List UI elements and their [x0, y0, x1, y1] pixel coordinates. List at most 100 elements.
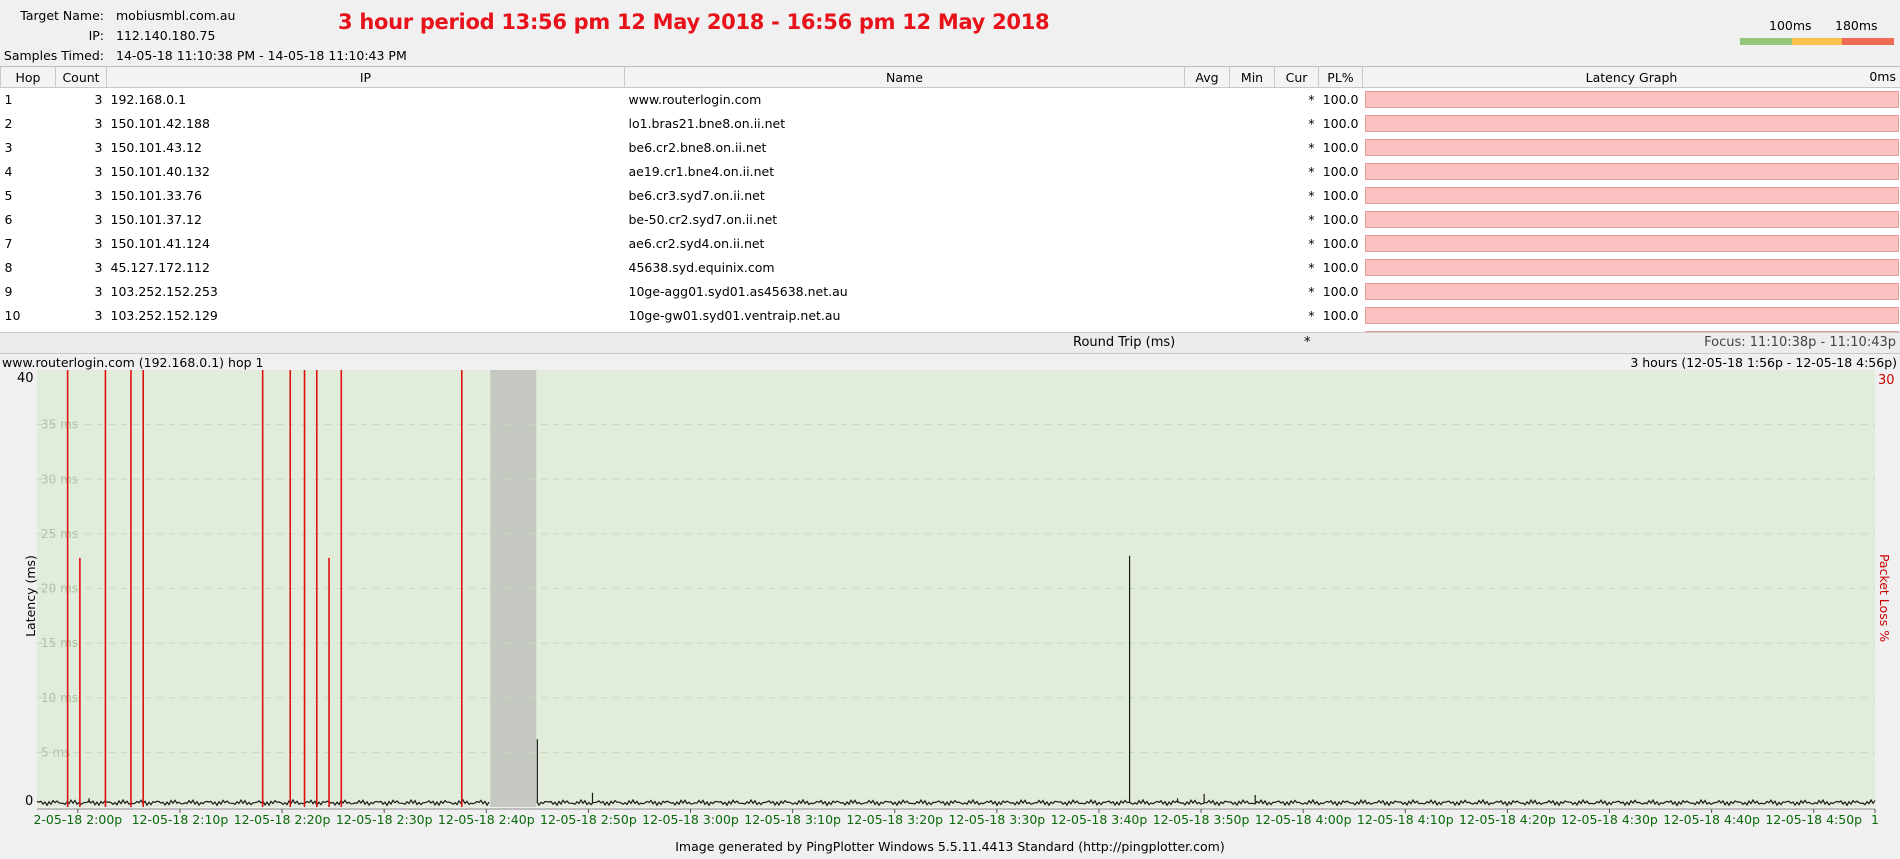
col-header-min[interactable]: Min	[1229, 66, 1275, 88]
latency-graph-cell	[1362, 159, 1900, 184]
scale-bar-yellow	[1792, 38, 1842, 45]
latency-graph-cell	[1362, 279, 1900, 304]
latency-graph-scale-label: 0ms	[1869, 69, 1896, 84]
scale-label-100ms: 100ms	[1769, 18, 1812, 33]
count-cell: 3	[55, 183, 107, 208]
y2-axis-title: Packet Loss %	[1877, 554, 1892, 642]
cur-cell: *	[1274, 159, 1319, 184]
hop-cell: 7	[0, 231, 56, 256]
table-row[interactable]: 6 3 150.101.37.12 be-50.cr2.syd7.on.ii.net *…	[0, 207, 1900, 232]
count-cell: 3	[55, 279, 107, 304]
min-cell	[1229, 87, 1275, 112]
hops-table-body: 1 3 192.168.0.1 www.routerlogin.com * 100.0 2 3…	[0, 87, 1900, 352]
focus-range[interactable]: Focus: 11:10:38p - 11:10:43p	[1704, 335, 1896, 350]
x-tick-label: 12-05-18 2:30p	[336, 812, 433, 827]
x-tick-label: 12-05-18 4:00p	[1255, 812, 1352, 827]
latency-graph-cell	[1362, 255, 1900, 280]
count-cell: 3	[55, 111, 107, 136]
latency-graph-cell	[1362, 231, 1900, 256]
scale-bar-red	[1842, 38, 1894, 45]
pl-cell: 100.0	[1318, 183, 1363, 208]
ip-cell: 103.252.152.129	[106, 303, 625, 328]
col-header-cur[interactable]: Cur	[1274, 66, 1319, 88]
col-header-latency-graph[interactable]: Latency Graph 0ms	[1362, 66, 1900, 88]
cur-cell: *	[1274, 135, 1319, 160]
avg-cell	[1184, 279, 1230, 304]
cur-cell: *	[1274, 183, 1319, 208]
packet-loss-bar	[1364, 115, 1899, 132]
samples-timed-value: 14-05-18 11:10:38 PM - 14-05-18 11:10:43…	[116, 48, 407, 63]
table-row[interactable]: 10 3 103.252.152.129 10ge-gw01.syd01.ventra…	[0, 303, 1900, 328]
count-cell: 3	[55, 303, 107, 328]
latency-chart[interactable]: 5 ms 10 ms 15 ms 20 ms 25 ms 30 ms 35 ms 40 0 30 L…	[0, 370, 1900, 838]
cur-cell: *	[1274, 207, 1319, 232]
x-tick-label: 12-05-18 3:00p	[642, 812, 739, 827]
name-cell: www.routerlogin.com	[624, 87, 1185, 112]
target-name-label: Target Name:	[20, 8, 104, 23]
latency-graph-cell	[1362, 135, 1900, 160]
packet-loss-bar	[1364, 163, 1899, 180]
pl-cell: 100.0	[1318, 87, 1363, 112]
pl-cell: 100.0	[1318, 255, 1363, 280]
col-header-pl[interactable]: PL%	[1318, 66, 1363, 88]
y-gridline-label: 25 ms	[41, 527, 78, 541]
packet-loss-bar	[1364, 91, 1899, 108]
x-tick-label: 12-05-18 4:40p	[1663, 812, 1760, 827]
scale-label-180ms: 180ms	[1835, 18, 1878, 33]
ip-cell: 45.127.172.112	[106, 255, 625, 280]
pl-cell: 100.0	[1318, 279, 1363, 304]
pl-cell: 100.0	[1318, 303, 1363, 328]
count-cell: 3	[55, 231, 107, 256]
x-tick-label: 12-05-18 3:10p	[744, 812, 841, 827]
avg-cell	[1184, 135, 1230, 160]
y-gridline-label: 20 ms	[41, 582, 78, 596]
col-header-count[interactable]: Count	[55, 66, 107, 88]
hop-cell: 3	[0, 135, 56, 160]
y-gridline-label: 35 ms	[41, 418, 78, 432]
table-row[interactable]: 9 3 103.252.152.253 10ge-agg01.syd01.as4563…	[0, 279, 1900, 304]
cur-cell: *	[1274, 111, 1319, 136]
x-tick-label: 12-05-18 2:40p	[438, 812, 535, 827]
table-row[interactable]: 2 3 150.101.42.188 lo1.bras21.bne8.on.ii.ne…	[0, 111, 1900, 136]
hop-cell: 5	[0, 183, 56, 208]
col-header-avg[interactable]: Avg	[1184, 66, 1230, 88]
y-axis-max-label: 40	[17, 371, 34, 386]
avg-cell	[1184, 231, 1230, 256]
table-row[interactable]: 1 3 192.168.0.1 www.routerlogin.com * 100.0	[0, 87, 1900, 112]
graph-range-title[interactable]: 3 hours (12-05-18 1:56p - 12-05-18 4:56p…	[1630, 355, 1897, 370]
x-tick-label: 2-05-18 2:00p	[33, 812, 122, 827]
y2-axis-max-label: 30	[1878, 373, 1895, 388]
name-cell: lo1.bras21.bne8.on.ii.net	[624, 111, 1185, 136]
col-header-name[interactable]: Name	[624, 66, 1185, 88]
ip-cell: 150.101.37.12	[106, 207, 625, 232]
pl-cell: 100.0	[1318, 135, 1363, 160]
count-cell: 3	[55, 207, 107, 232]
table-row[interactable]: 7 3 150.101.41.124 ae6.cr2.syd4.on.ii.net * 1…	[0, 231, 1900, 256]
latency-graph-cell	[1362, 111, 1900, 136]
hop-cell: 9	[0, 279, 56, 304]
cur-cell: *	[1274, 279, 1319, 304]
target-name-value: mobiusmbl.com.au	[116, 8, 236, 23]
x-tick-label: 12-05-18 3:20p	[846, 812, 943, 827]
name-cell: be-50.cr2.syd7.on.ii.net	[624, 207, 1185, 232]
col-header-hop[interactable]: Hop	[0, 66, 56, 88]
samples-timed-label: Samples Timed:	[3, 48, 104, 63]
name-cell: ae6.cr2.syd4.on.ii.net	[624, 231, 1185, 256]
cur-cell: *	[1274, 255, 1319, 280]
x-tick-label: 12-05-18 3:40p	[1051, 812, 1148, 827]
packet-loss-bar	[1364, 283, 1899, 300]
table-row[interactable]: 5 3 150.101.33.76 be6.cr3.syd7.on.ii.net * 10…	[0, 183, 1900, 208]
latency-graph-cell	[1362, 87, 1900, 112]
x-tick-label: 12-05-18 3:30p	[948, 812, 1045, 827]
period-title: 3 hour period 13:56 pm 12 May 2018 - 16:…	[338, 10, 1050, 34]
table-row[interactable]: 3 3 150.101.43.12 be6.cr2.bne8.on.ii.net * 10…	[0, 135, 1900, 160]
avg-cell	[1184, 255, 1230, 280]
hops-table: Hop Count IP Name Avg Min Cur PL% Latenc…	[0, 66, 1900, 352]
cur-cell: *	[1274, 303, 1319, 328]
latency-graph-cell	[1362, 183, 1900, 208]
min-cell	[1229, 111, 1275, 136]
round-trip-cur: *	[1304, 335, 1311, 350]
table-row[interactable]: 8 3 45.127.172.112 45638.syd.equinix.com * 10…	[0, 255, 1900, 280]
col-header-ip[interactable]: IP	[106, 66, 625, 88]
table-row[interactable]: 4 3 150.101.40.132 ae19.cr1.bne4.on.ii.net *…	[0, 159, 1900, 184]
